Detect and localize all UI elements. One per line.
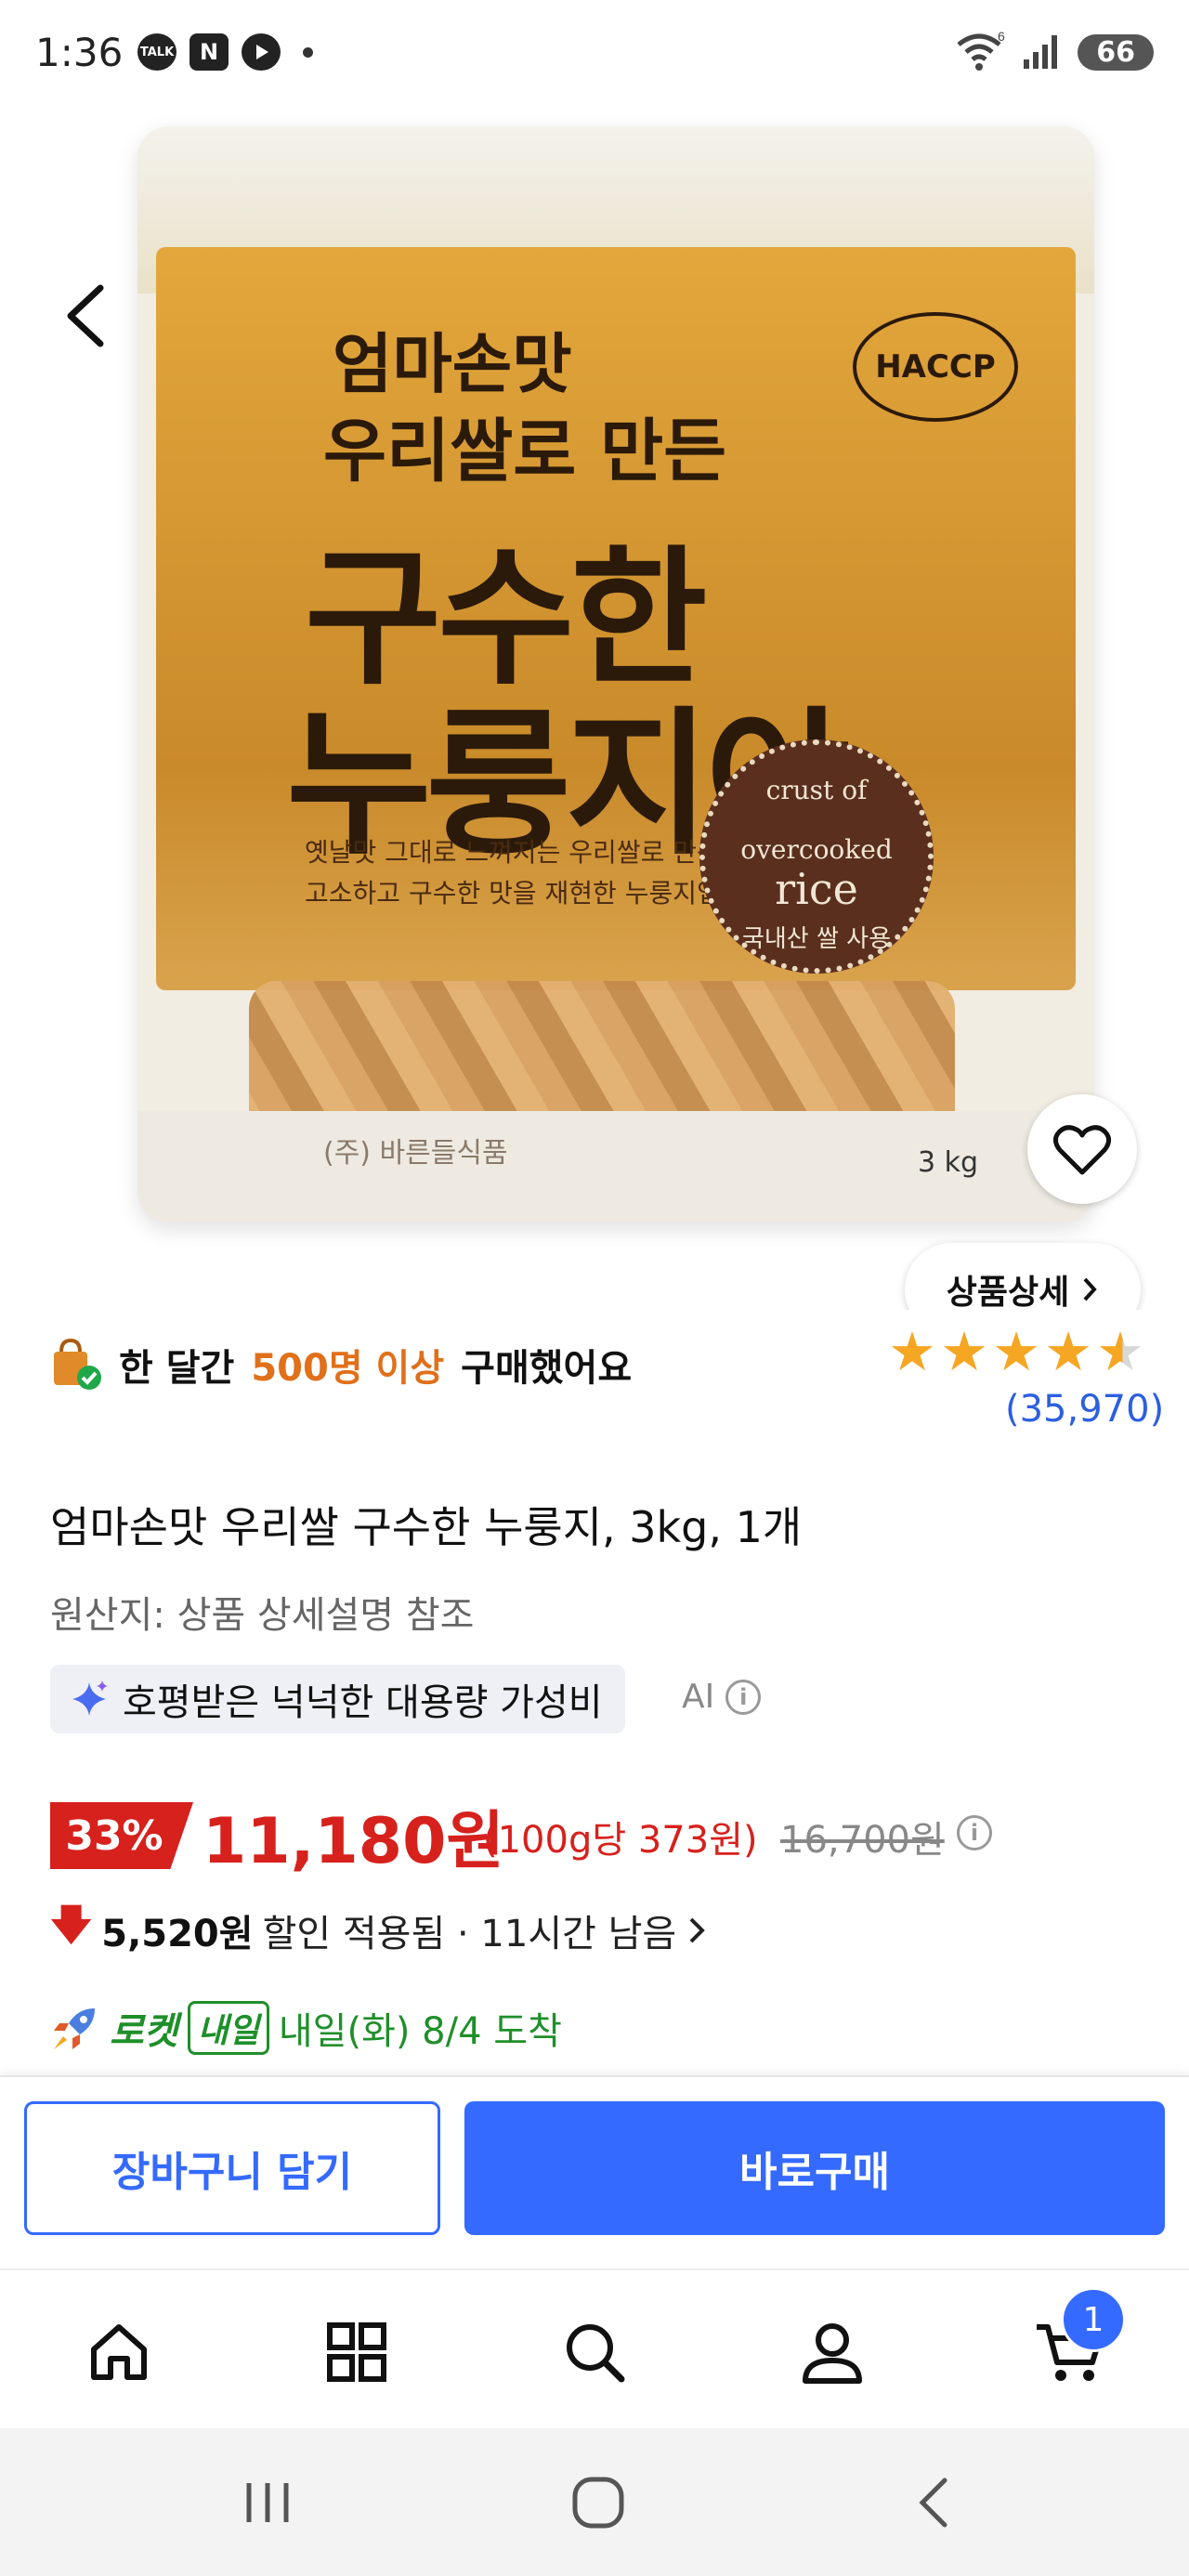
wifi-badge: 6 [998, 32, 1005, 44]
nav-cart[interactable]: 1 [1024, 2287, 1126, 2399]
tomorrow-badge: 내일 [187, 2001, 269, 2055]
origin-info: 원산지: 상품 상세설명 참조 [50, 1594, 475, 1637]
wishlist-button[interactable] [1027, 1094, 1137, 1204]
unit-price: (100g당 373원) [483, 1819, 758, 1862]
half-star-icon: ★ [1096, 1320, 1144, 1383]
heart-icon [1052, 1125, 1112, 1175]
back-button[interactable] [58, 279, 113, 353]
buy-now-button[interactable]: 바로구매 [464, 2101, 1165, 2235]
chevron-right-icon [1083, 1277, 1097, 1301]
star-icon: ★ [888, 1320, 936, 1383]
home-circle-icon [572, 2477, 624, 2529]
original-price: 16,700원 [780, 1819, 945, 1862]
notification-icons: TALK N [137, 33, 313, 71]
arrow-down-icon: 🡇 [50, 1902, 93, 1949]
more-notifications-dot [303, 46, 313, 58]
nav-category[interactable] [310, 2306, 403, 2399]
haccp-seal: HACCP [853, 312, 1018, 422]
arrival-date: 내일(화) 8/4 도착 [278, 2010, 562, 2053]
product-detail-label: 상품상세 [946, 1274, 1070, 1310]
product-image-carousel[interactable]: 엄마손맛 우리쌀로 만든 구수한 누룽지야 옛날맛 그대로 느껴지는 우리쌀로 … [0, 111, 1189, 1310]
category-icon [327, 2322, 386, 2382]
crust-line-3: rice [775, 864, 858, 914]
system-navigation [0, 2428, 1189, 2576]
review-count[interactable]: (35,970) [1005, 1388, 1164, 1431]
shopping-bag-check-icon [50, 1338, 102, 1391]
product-title: 엄마손맛 우리쌀 구수한 누룽지, 3kg, 1개 [50, 1502, 803, 1552]
chevron-right-icon [689, 1917, 706, 1942]
play-icon [242, 33, 281, 71]
ai-summary-chip[interactable]: 호평받은 넉넉한 대용량 가성비 [50, 1665, 625, 1733]
purchase-prefix: 한 달간 [119, 1347, 235, 1390]
discount-badge: 33% [50, 1802, 193, 1869]
battery-indicator: 66 [1078, 33, 1154, 71]
my-page-icon [803, 2323, 862, 2384]
product-detail-button[interactable]: 상품상세 [905, 1243, 1141, 1310]
back-system-button[interactable] [887, 2465, 980, 2540]
ai-summary-text: 호평받은 넉넉한 대용량 가성비 [123, 1681, 603, 1724]
back-chevron-icon [919, 2478, 947, 2528]
nav-search[interactable] [548, 2306, 641, 2399]
status-time: 1:36 [35, 30, 124, 75]
info-icon: i [725, 1679, 762, 1715]
coupon-amount: 5,520원 [101, 1912, 254, 1955]
bottom-navigation: 1 [0, 2269, 1189, 2430]
weight-label: 3 kg [918, 1146, 979, 1179]
rocket-label: 로켓 [110, 2010, 178, 2053]
sparkle-icon [72, 1680, 108, 1716]
ai-info[interactable]: AI i [682, 1678, 762, 1716]
product-photo: 엄마손맛 우리쌀로 만든 구수한 누룽지야 옛날맛 그대로 느껴지는 우리쌀로 … [137, 126, 1094, 1223]
star-icon: ★ [940, 1320, 988, 1383]
recent-apps-icon [246, 2483, 289, 2522]
crust-of-rice-badge: crust of overcooked rice 국내산 쌀 사용 [699, 739, 934, 974]
star-icon: ★ [1044, 1320, 1092, 1383]
talk-icon: TALK [137, 33, 176, 71]
status-bar: 1:36 TALK N 6 66 [0, 0, 1189, 111]
star-icon: ★ [992, 1320, 1040, 1383]
package-line-2: 우리쌀로 만든 [323, 412, 727, 491]
recent-apps-button[interactable] [221, 2465, 314, 2540]
delivery-row: 로켓 내일 내일(화) 8/4 도착 [50, 2001, 562, 2055]
rocket-icon [54, 2008, 95, 2049]
n-icon: N [189, 33, 229, 71]
package-line-1: 엄마손맛 [333, 325, 572, 402]
purchase-highlight: 500명 이상 [251, 1347, 445, 1390]
search-icon [567, 2324, 625, 2383]
purchase-suffix: 구매했어요 [461, 1347, 633, 1390]
crust-line-2: overcooked [740, 834, 893, 865]
purchase-action-bar: 장바구니 담기 바로구매 [0, 2075, 1189, 2270]
maker-label: (주) 바른들식품 [323, 1137, 508, 1170]
wifi-icon: 6 [957, 32, 1005, 71]
coupon-discount-row[interactable]: 🡇 5,520원 할인 적용됨 · 11시간 남음 [50, 1895, 708, 1965]
purchase-count-row: 한 달간 500명 이상 구매했어요 [50, 1338, 632, 1392]
nav-home[interactable] [72, 2306, 165, 2399]
info-icon: i [957, 1815, 992, 1850]
home-icon [91, 2324, 147, 2380]
ai-label: AI [682, 1678, 715, 1716]
price-info-button[interactable]: i [957, 1815, 992, 1850]
crust-line-1: crust of [765, 775, 868, 805]
sale-price: 11,180원 [203, 1805, 504, 1878]
nav-my-page[interactable] [786, 2306, 879, 2399]
coupon-text: 할인 적용됨 · 11시간 남음 [262, 1912, 677, 1955]
system-status: 6 66 [955, 32, 1154, 72]
rating-stars[interactable]: ★ ★ ★ ★ ★ [888, 1325, 1144, 1379]
crust-line-4: 국내산 쌀 사용 [741, 925, 892, 953]
add-to-cart-button[interactable]: 장바구니 담기 [24, 2101, 440, 2235]
chevron-left-icon [67, 284, 104, 347]
home-system-button[interactable] [552, 2465, 645, 2540]
signal-icon [1024, 35, 1058, 69]
cart-count-badge: 1 [1061, 2287, 1126, 2352]
